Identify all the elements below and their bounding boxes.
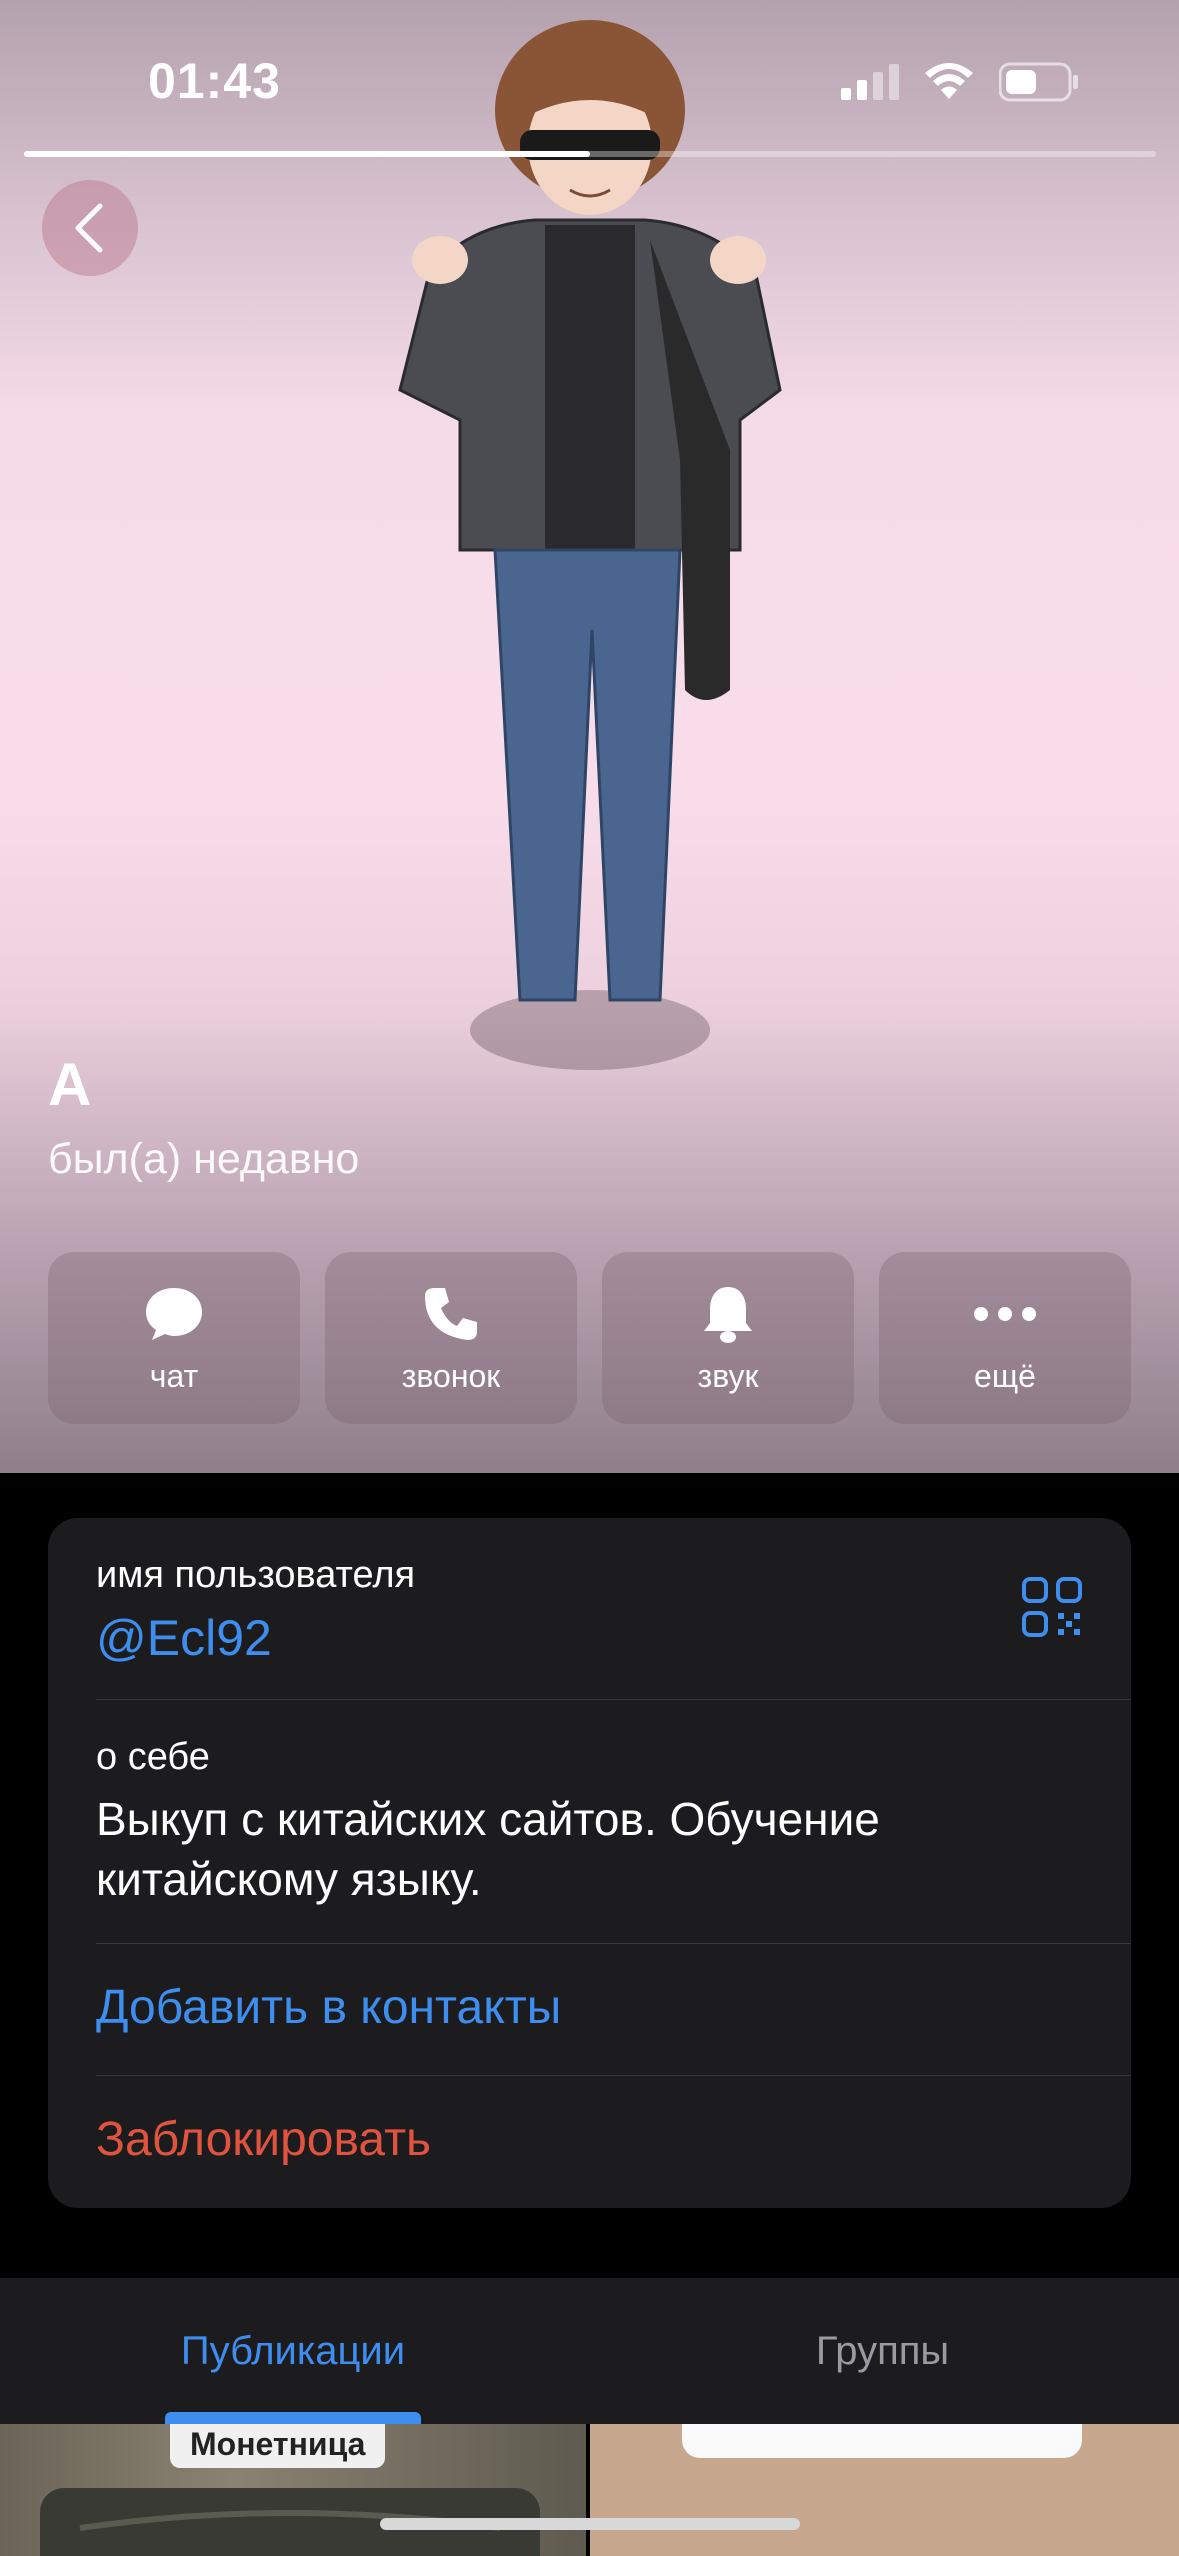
qr-code-icon (1022, 1577, 1082, 1637)
username-row[interactable]: имя пользователя @Ecl92 (96, 1554, 1131, 1667)
profile-name: А (48, 1051, 92, 1118)
story-progress-fill (24, 151, 590, 157)
about-text-line: Выкуп с китайских сайтов. Обучение (96, 1793, 880, 1845)
profile-tabs: Публикации Группы (0, 2278, 1179, 2424)
phone-icon (421, 1282, 481, 1346)
tab-publications[interactable]: Публикации (0, 2278, 586, 2424)
more-button[interactable]: ещё (879, 1252, 1131, 1424)
about-label: о себе (96, 1736, 210, 1778)
wallet-image (40, 2488, 540, 2556)
more-label: ещё (974, 1357, 1036, 1394)
profile-info-card: имя пользователя @Ecl92 о себе Выкуп с к… (48, 1518, 1131, 2208)
chat-button[interactable]: чат (48, 1252, 300, 1424)
add-contact-row[interactable]: Добавить в контакты (96, 1980, 1131, 2035)
profile-last-seen: был(а) недавно (48, 1135, 360, 1183)
publication-thumbnail[interactable]: Монетница (0, 2424, 586, 2556)
more-dots-icon (973, 1282, 1037, 1346)
cellular-signal-icon (841, 64, 899, 100)
sound-label: звук (697, 1357, 759, 1394)
add-contact-link[interactable]: Добавить в контакты (96, 1980, 1131, 2035)
chat-bubble-icon (143, 1282, 205, 1346)
tab-groups[interactable]: Группы (586, 2278, 1179, 2424)
publication-caption: Монетница (170, 2424, 386, 2468)
status-bar-icons (841, 62, 1079, 102)
profile-photo-header: 01:43 А был(а) недавно чат звонок звук е… (0, 0, 1179, 1473)
block-user-link[interactable]: Заблокировать (96, 2112, 1131, 2167)
publications-grid: Монетница (0, 2424, 1179, 2556)
publication-thumbnail[interactable] (590, 2424, 1179, 2556)
divider (96, 1699, 1131, 1700)
active-tab-indicator (165, 2412, 421, 2424)
profile-actions: чат звонок звук ещё (48, 1252, 1131, 1424)
username-label: имя пользователя (96, 1554, 416, 1596)
wifi-icon (925, 63, 973, 99)
block-row[interactable]: Заблокировать (96, 2112, 1131, 2167)
sound-button[interactable]: звук (602, 1252, 854, 1424)
username-value[interactable]: @Ecl92 (96, 1609, 1131, 1667)
about-text-line: китайскому языку. (96, 1853, 482, 1905)
call-label: звонок (401, 1357, 501, 1394)
divider (96, 1943, 1131, 1944)
about-row: о себе Выкуп с китайских сайтов. Обучени… (96, 1736, 1131, 1909)
divider (96, 2075, 1131, 2076)
battery-icon (999, 62, 1078, 102)
status-bar-time: 01:43 (148, 53, 281, 109)
qr-code-button[interactable] (1021, 1576, 1083, 1643)
about-text: Выкуп с китайских сайтов. Обучение китай… (96, 1789, 1131, 1909)
profile-avatar-illustration (398, 20, 782, 1070)
chat-label: чат (149, 1357, 199, 1394)
back-button[interactable] (42, 180, 138, 276)
home-indicator (380, 2518, 800, 2530)
publication-caption-banner (682, 2424, 1082, 2458)
bell-icon (700, 1282, 756, 1346)
chevron-left-icon (75, 203, 103, 253)
story-progress-bar (24, 151, 1156, 157)
call-button[interactable]: звонок (325, 1252, 577, 1424)
